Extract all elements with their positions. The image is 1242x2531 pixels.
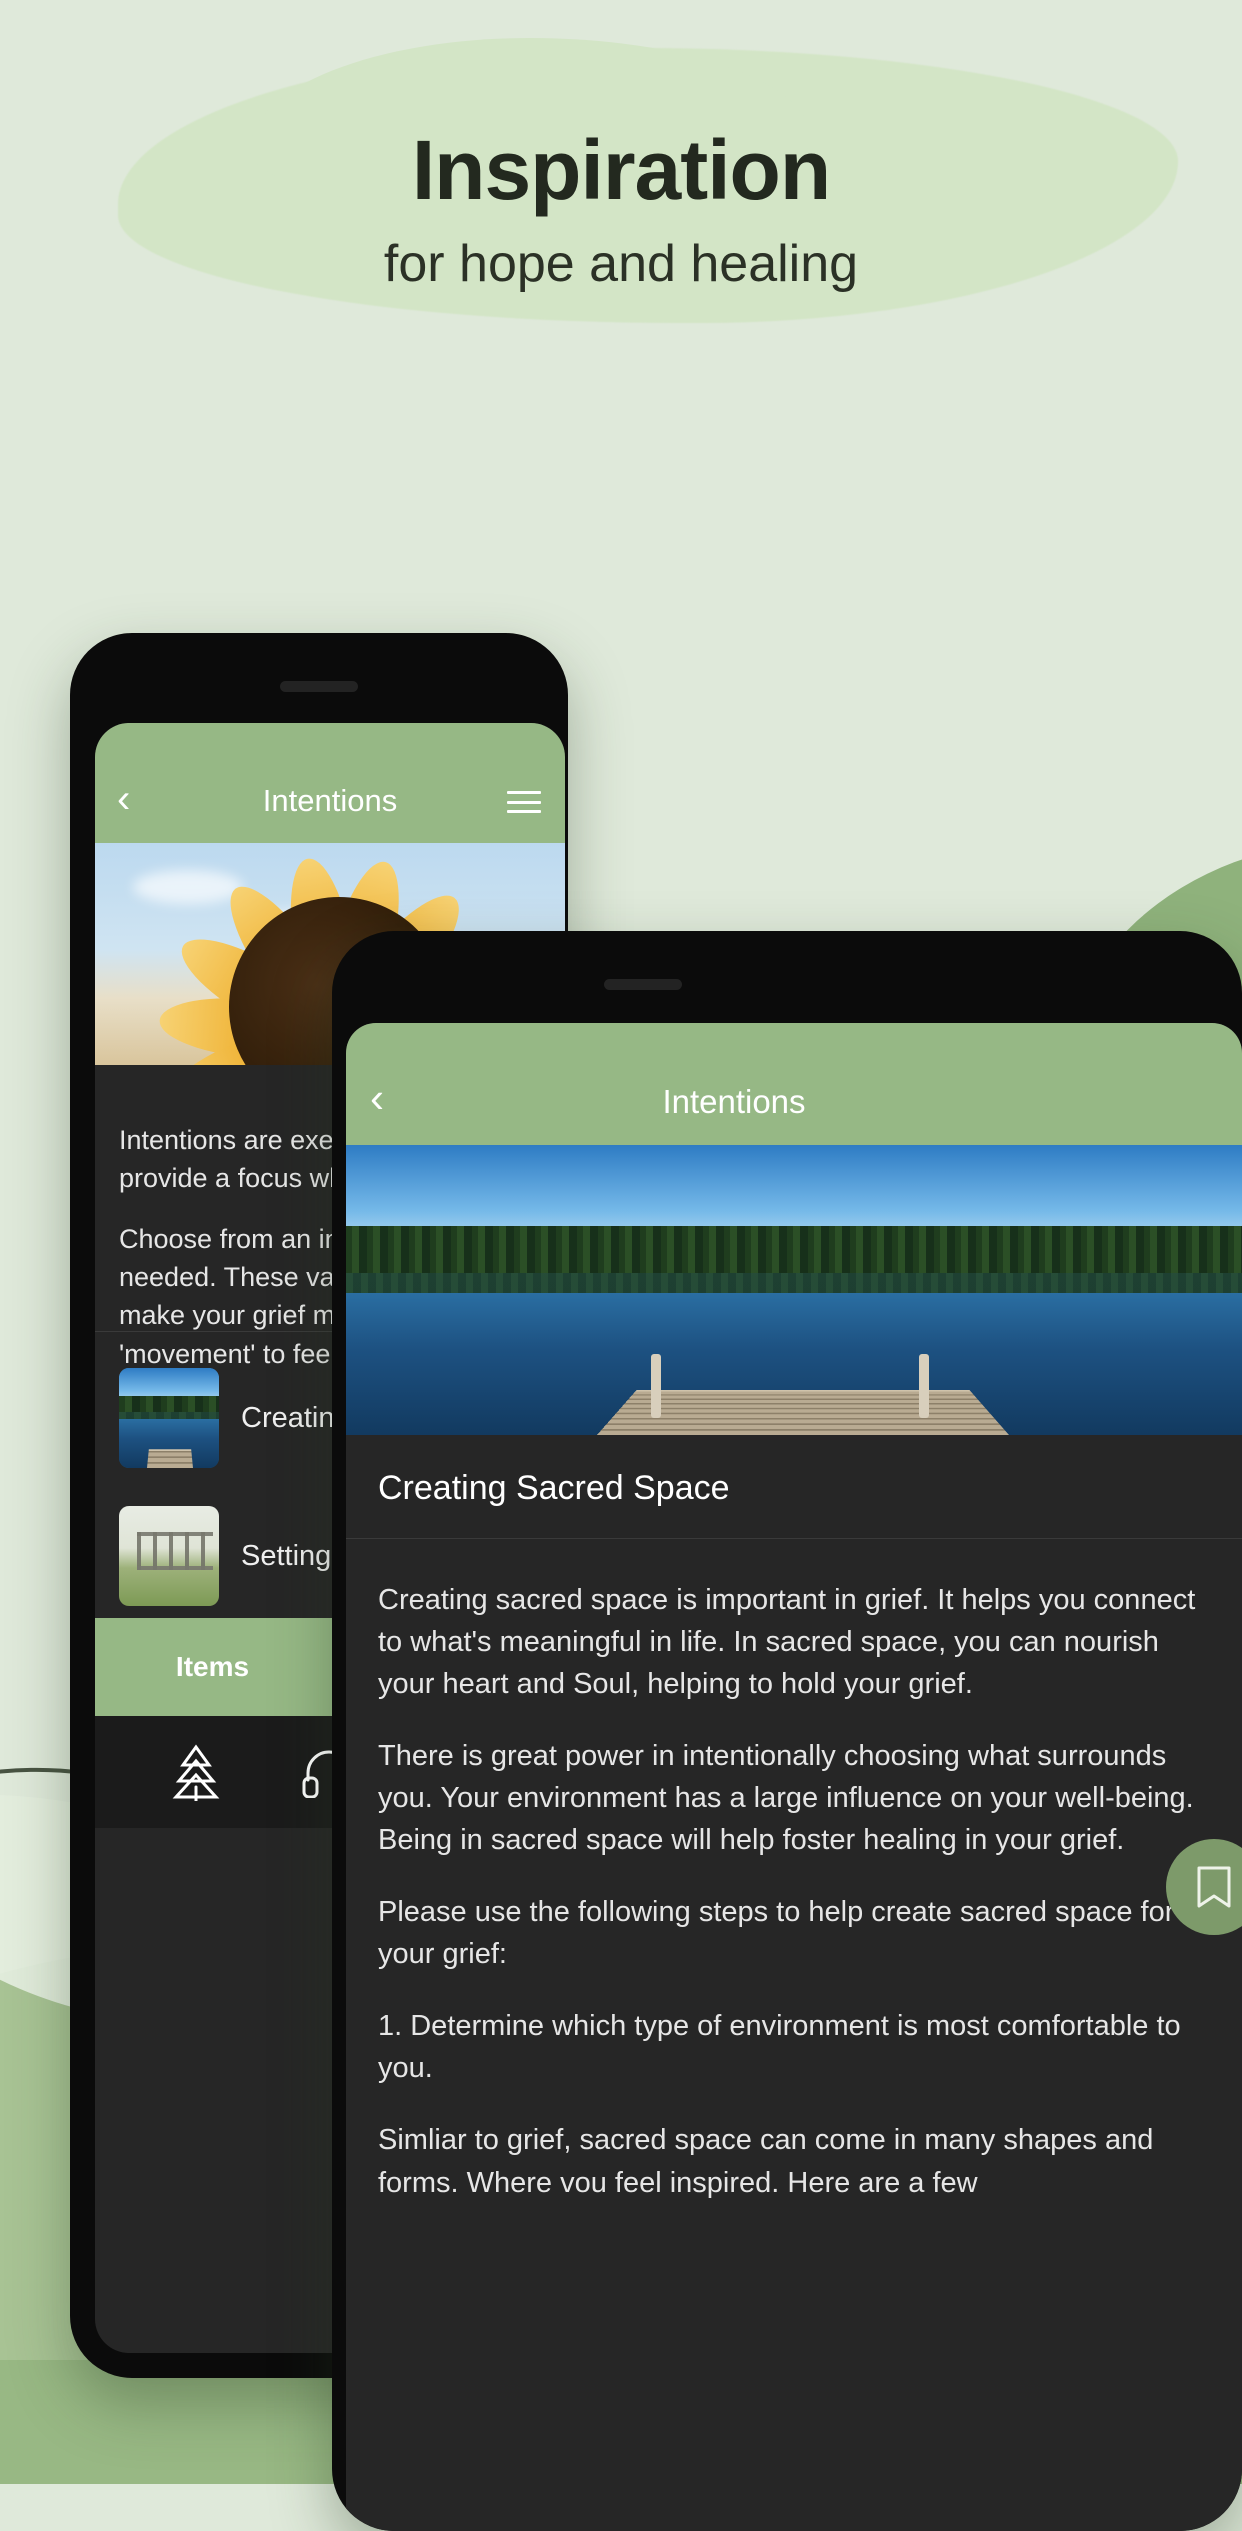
- phone-speaker-grille: [604, 979, 682, 990]
- phone2-paragraph-3: Please use the following steps to help c…: [378, 1896, 1175, 1971]
- phone-speaker-grille: [280, 681, 358, 692]
- phone2-article-body: Creating sacred space is important in gr…: [346, 1539, 1242, 2319]
- phone2-section-header: Creating Sacred Space: [346, 1435, 1242, 1538]
- phone-mockup-front: ‹ Intentions Creating Sacred Space Creat…: [332, 931, 1242, 2531]
- phone2-paragraph-5: Simliar to grief, sacred space can come …: [378, 2124, 1154, 2199]
- phone2-paragraph-2: There is great power in intentionally ch…: [378, 1740, 1194, 1857]
- phone2-nav-title: Intentions: [662, 1083, 806, 1120]
- phone2-hero-image: [346, 1145, 1242, 1435]
- phone2-paragraph-1: Creating sacred space is important in gr…: [378, 1584, 1196, 1701]
- note-add-icon: [1197, 1866, 1231, 1908]
- pine-tree-icon[interactable]: [170, 1743, 222, 1801]
- phone1-nav-title: Intentions: [262, 783, 398, 818]
- chevron-left-icon[interactable]: ‹: [370, 1077, 384, 1119]
- tab-items[interactable]: Items: [95, 1651, 330, 1683]
- hamburger-menu-icon[interactable]: [507, 791, 541, 813]
- hero-section: Inspiration for hope and healing: [0, 123, 1242, 293]
- phone2-screen: ‹ Intentions Creating Sacred Space Creat…: [346, 1023, 1242, 2531]
- phone2-paragraph-4: 1. Determine which type of environment i…: [378, 2010, 1181, 2085]
- page-title: Inspiration: [411, 123, 831, 217]
- lake-dock-thumbnail: [119, 1368, 219, 1468]
- phone2-navbar: ‹ Intentions: [346, 1023, 1242, 1145]
- chevron-left-icon[interactable]: ‹: [117, 779, 130, 819]
- page-subtitle: for hope and healing: [383, 234, 859, 293]
- foggy-fence-thumbnail: [119, 1506, 219, 1606]
- section-title: Creating Sacred Space: [378, 1469, 730, 1507]
- phone1-navbar: ‹ Intentions: [95, 723, 565, 843]
